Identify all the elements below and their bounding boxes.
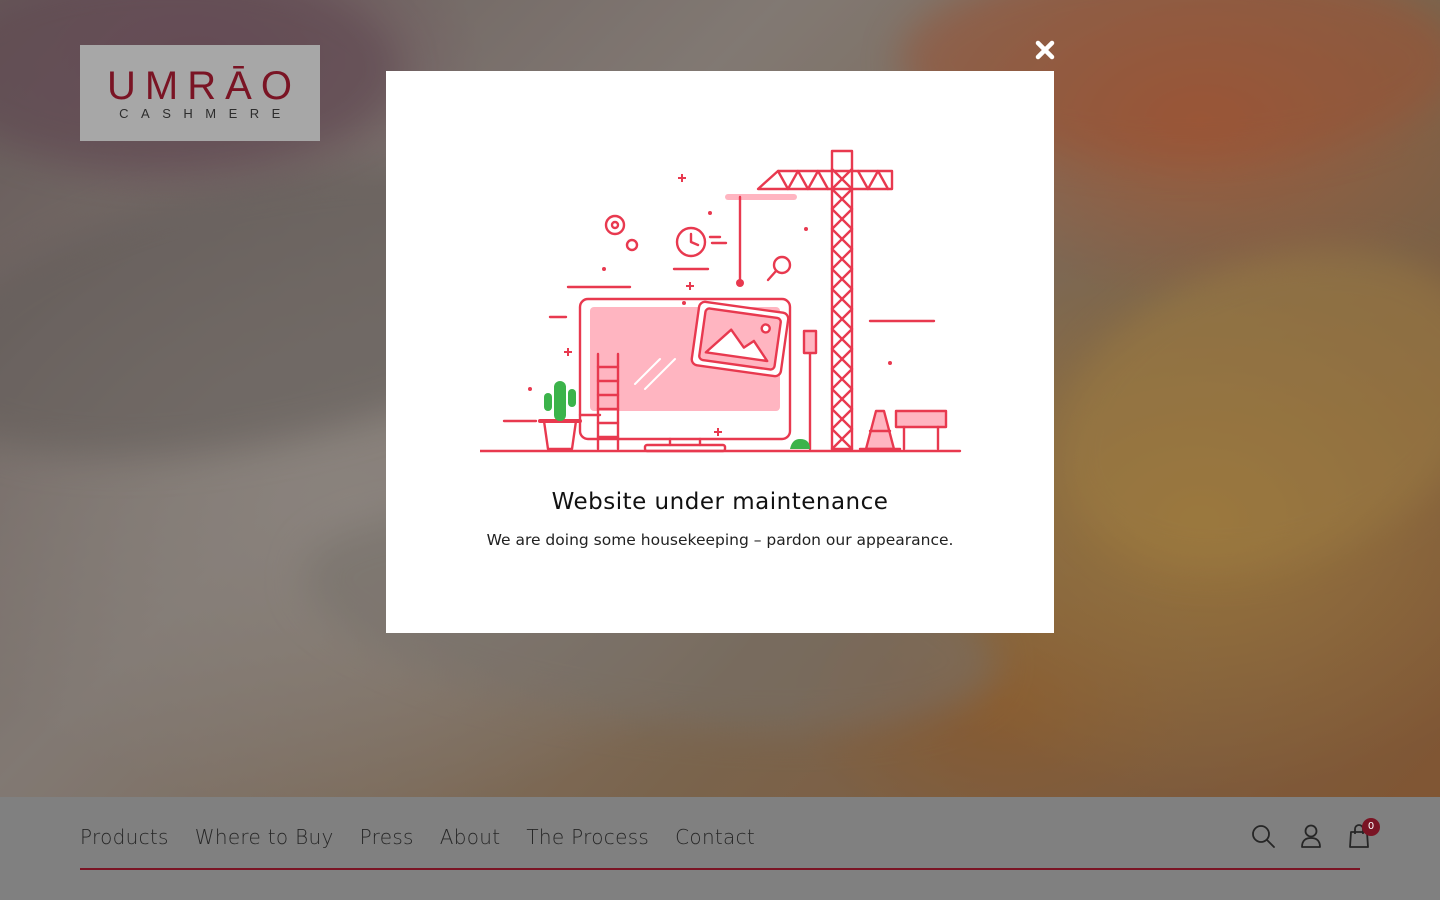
nav-item-press[interactable]: Press — [360, 825, 414, 849]
search-icon[interactable] — [1250, 823, 1276, 849]
logo-wordmark: UMRĀO — [107, 63, 301, 108]
main-navigation: Products Where to Buy Press About The Pr… — [0, 797, 1440, 900]
maintenance-modal: Website under maintenance We are doing s… — [386, 71, 1054, 633]
nav-item-products[interactable]: Products — [80, 825, 169, 849]
logo-subtitle: CASHMERE — [119, 105, 293, 121]
nav-item-about[interactable]: About — [440, 825, 501, 849]
modal-title: Website under maintenance — [551, 489, 889, 515]
modal-message: We are doing some housekeeping – pardon … — [486, 531, 954, 549]
nav-icon-group: 0 — [1250, 818, 1380, 849]
nav-item-contact[interactable]: Contact — [675, 825, 755, 849]
maintenance-illustration — [480, 149, 962, 453]
user-icon[interactable] — [1298, 823, 1324, 849]
nav-item-where-to-buy[interactable]: Where to Buy — [195, 825, 334, 849]
nav-divider — [80, 868, 1360, 870]
close-modal-button[interactable] — [1033, 38, 1057, 62]
nav-menu: Products Where to Buy Press About The Pr… — [80, 825, 781, 849]
cart-icon[interactable]: 0 — [1346, 818, 1380, 849]
cart-count-badge: 0 — [1362, 818, 1380, 836]
close-icon — [1035, 40, 1055, 60]
nav-item-the-process[interactable]: The Process — [526, 825, 649, 849]
brand-logo[interactable]: UMRĀO CASHMERE — [80, 45, 320, 141]
